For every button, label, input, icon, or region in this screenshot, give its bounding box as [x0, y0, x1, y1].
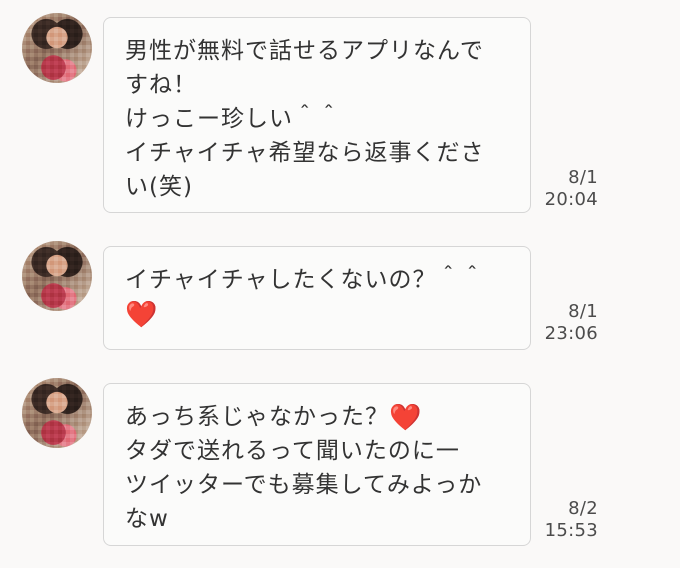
- message-text-line: ツイッターでも募集してみよっか: [125, 472, 483, 498]
- message-timestamp: 8/1 23:06: [545, 301, 598, 345]
- message-text-line: なw: [125, 506, 169, 532]
- message-time: 23:06: [544, 323, 598, 344]
- message-text-line: あっち系じゃなかった？❤️: [125, 400, 510, 434]
- message-text-line: い(笑): [125, 174, 193, 200]
- heart-icon: ❤️: [389, 403, 423, 433]
- heart-icon: ❤️: [125, 300, 159, 330]
- message-date: 8/1: [568, 301, 598, 322]
- user-avatar-icon[interactable]: [22, 13, 92, 83]
- message-time: 20:04: [544, 189, 598, 210]
- message-bubble: イチャイチャしたくないの？＾＾ ❤️: [103, 246, 531, 350]
- message-item: あっち系じゃなかった？❤️ タダで送れるって聞いたのに一 ツイッターでも募集して…: [0, 377, 680, 547]
- message-text-line: イチャイチャしたくないの？＾＾: [125, 267, 485, 293]
- message-item: 男性が無料で話せるアプリなんで すね！ けっこー珍しい＾＾ イチャイチャ希望なら…: [0, 13, 680, 213]
- message-thread: 男性が無料で話せるアプリなんで すね！ けっこー珍しい＾＾ イチャイチャ希望なら…: [0, 0, 680, 568]
- message-text-line: ❤️: [125, 297, 510, 331]
- user-avatar-icon[interactable]: [22, 378, 92, 448]
- message-timestamp: 8/2 15:53: [545, 498, 598, 542]
- message-bubble: あっち系じゃなかった？❤️ タダで送れるって聞いたのに一 ツイッターでも募集して…: [103, 383, 531, 546]
- message-item: イチャイチャしたくないの？＾＾ ❤️ 8/1 23:06: [0, 240, 680, 352]
- message-text-line: イチャイチャ希望なら返事くださ: [125, 140, 485, 166]
- message-date: 8/2: [568, 498, 598, 519]
- message-text-line: けっこー珍しい＾＾: [125, 106, 341, 132]
- message-time: 15:53: [544, 520, 598, 541]
- user-avatar-icon[interactable]: [22, 241, 92, 311]
- message-text-line: タダで送れるって聞いたのに一: [125, 438, 460, 464]
- message-text-line: 男性が無料で話せるアプリなんで: [125, 38, 484, 64]
- message-text-line: すね！: [125, 72, 197, 98]
- message-timestamp: 8/1 20:04: [545, 167, 598, 211]
- message-date: 8/1: [568, 167, 598, 188]
- message-bubble: 男性が無料で話せるアプリなんで すね！ けっこー珍しい＾＾ イチャイチャ希望なら…: [103, 17, 531, 213]
- message-text-segment: あっち系じゃなかった？: [125, 404, 389, 430]
